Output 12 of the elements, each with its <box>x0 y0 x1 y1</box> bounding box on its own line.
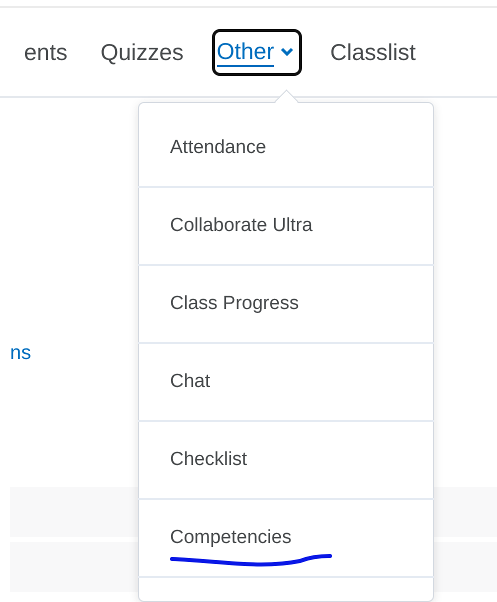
nav-tab[interactable]: Other <box>214 32 300 72</box>
menu-item[interactable]: Checklist <box>170 449 248 471</box>
nav-tab[interactable]: ents <box>22 34 70 70</box>
menu-item[interactable]: Attendance <box>170 137 266 159</box>
menu-item[interactable]: Collaborate Ultra <box>170 215 313 237</box>
menu-item[interactable]: Competencies <box>170 527 292 549</box>
nav-tab[interactable]: Classlist <box>328 34 418 70</box>
nav-tab[interactable]: Quizzes <box>98 34 186 70</box>
menu-item[interactable]: Chat <box>170 371 210 393</box>
menu-item[interactable]: Class Progress <box>170 293 299 315</box>
chevron-down-icon <box>280 47 294 57</box>
content-link[interactable]: ns <box>10 342 32 365</box>
